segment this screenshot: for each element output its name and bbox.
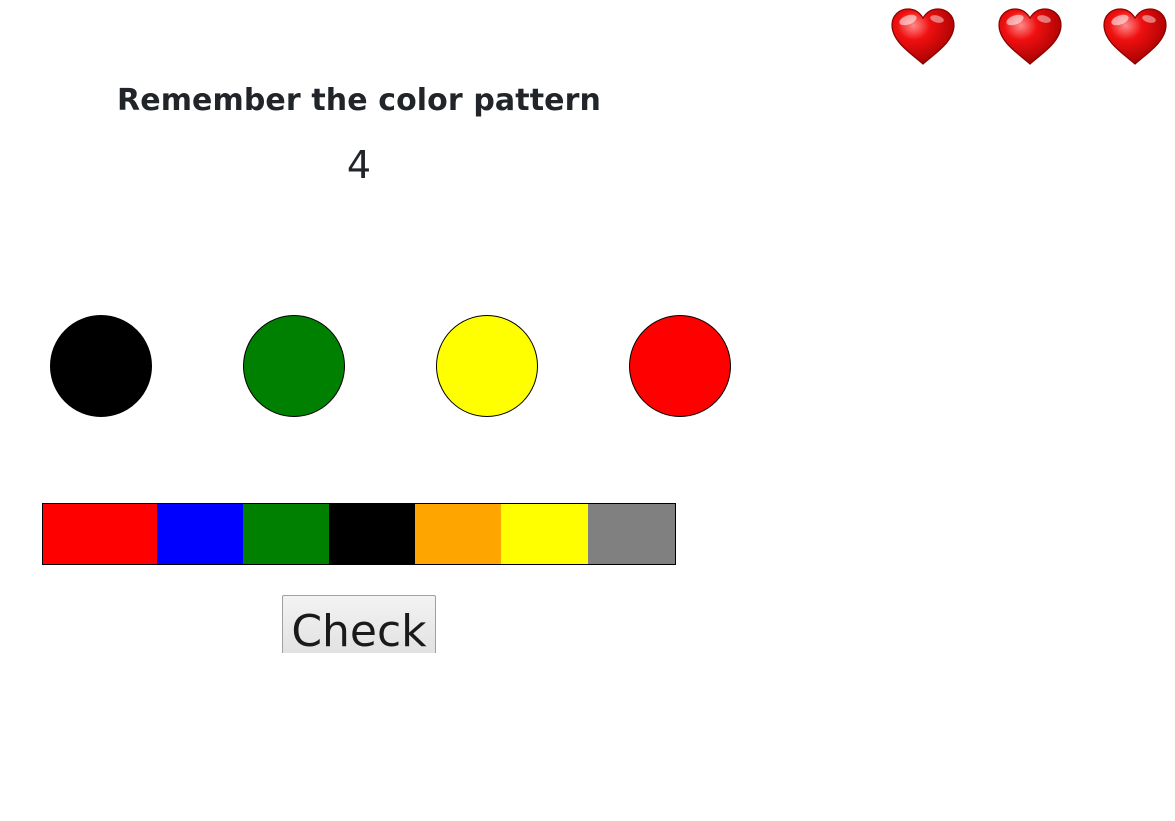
pattern-circle-3: [436, 315, 538, 417]
pattern-circle-1: [50, 315, 152, 417]
check-button[interactable]: Check: [282, 595, 436, 653]
heart-icon: [890, 8, 956, 66]
game-screen: Remember the color pattern 4 Check: [0, 0, 1175, 821]
check-button-container: Check: [282, 595, 436, 653]
palette-swatch-green[interactable]: [243, 504, 329, 564]
palette-swatch-yellow[interactable]: [501, 504, 588, 564]
palette-swatch-gray[interactable]: [588, 504, 675, 564]
heart-icon: [1102, 8, 1168, 66]
palette-swatch-black[interactable]: [329, 504, 415, 564]
color-palette: [42, 503, 676, 565]
palette-swatch-blue[interactable]: [157, 504, 243, 564]
color-pattern: [0, 315, 780, 417]
palette-swatch-red[interactable]: [43, 504, 157, 564]
heart-icon: [997, 8, 1063, 66]
palette-swatch-orange[interactable]: [415, 504, 501, 564]
lives-indicator: [890, 8, 1170, 68]
instruction-heading: Remember the color pattern: [117, 83, 601, 118]
pattern-circle-4: [629, 315, 731, 417]
pattern-circle-2: [243, 315, 345, 417]
countdown-timer: 4: [346, 143, 372, 187]
